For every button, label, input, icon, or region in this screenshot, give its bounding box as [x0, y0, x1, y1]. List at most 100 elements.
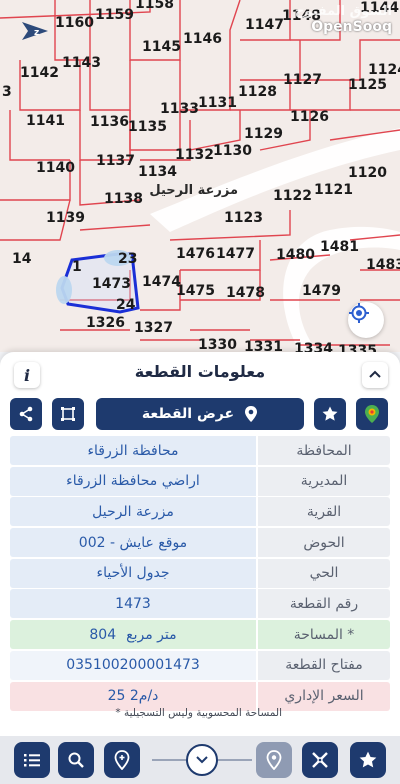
parcel-label-1134[interactable]: 1134 [138, 164, 177, 180]
pin-icon [245, 406, 258, 422]
parcel-label-1334[interactable]: 1334 [294, 341, 333, 352]
frame-button[interactable] [52, 398, 84, 430]
map-pin-button[interactable] [256, 742, 292, 778]
star-icon [359, 751, 377, 768]
parcel-label-1473[interactable]: 1473 [92, 276, 131, 292]
search-icon [68, 752, 84, 768]
parcel-label-1141[interactable]: 1141 [26, 113, 65, 129]
sheet-header: i معلومات القطعة [0, 352, 400, 394]
share-button[interactable] [10, 398, 42, 430]
parcel-label-1129[interactable]: 1129 [244, 126, 283, 142]
parcel-label-1139[interactable]: 1139 [46, 210, 85, 226]
parcel-label-1480[interactable]: 1480 [276, 247, 315, 263]
slider-handle[interactable] [186, 744, 218, 776]
basin-key: الحوض [258, 528, 390, 558]
slider-track-left [152, 759, 186, 761]
parcel-label-23[interactable]: 23 [118, 251, 137, 267]
parcel-label-1142[interactable]: 1142 [20, 65, 59, 81]
watermark: السوق المفتوح OpenSooq [295, 4, 392, 35]
row-neighborhood: جدول الأحياء الحي [10, 558, 390, 588]
parcel-number-value: 1473 [10, 589, 256, 619]
parcel-label-1159[interactable]: 1159 [95, 7, 134, 23]
parcel-label-14[interactable]: 14 [12, 251, 32, 267]
governorate-key: المحافظة [258, 436, 390, 465]
share-icon [19, 406, 33, 422]
add-location-button[interactable] [104, 742, 140, 778]
parcel-map: 1160 1159115811471148 11441146114511421143… [0, 0, 400, 352]
favorites-button[interactable] [350, 742, 386, 778]
map-view[interactable]: 1160 1159 1158 1147 1148 1144 1146 1145 1142 1143… [0, 0, 400, 352]
compass-icon[interactable]: z [18, 18, 52, 44]
parcel-label-1475[interactable]: 1475 [176, 283, 215, 299]
parcel-label-1127[interactable]: 1127 [283, 72, 322, 88]
show-parcel-button[interactable]: عرض القطعة [96, 398, 304, 430]
parcel-label-1122[interactable]: 1122 [273, 188, 312, 204]
neighborhood-value: جدول الأحياء [10, 558, 256, 588]
parcel-label-1128[interactable]: 1128 [238, 84, 277, 100]
parcel-label-1135[interactable]: 1135 [128, 119, 167, 135]
action-row: عرض القطعة [0, 398, 400, 432]
bottom-toolbar [0, 736, 400, 784]
row-village: مزرعة الرحيل القرية [10, 497, 390, 527]
parcel-label-1124[interactable]: 1124 [368, 62, 400, 78]
parcel-label-1132[interactable]: 1132 [175, 147, 214, 163]
search-button[interactable] [58, 742, 94, 778]
parcel-label-1126[interactable]: 1126 [290, 109, 329, 125]
parcel-label-1131[interactable]: 1131 [198, 95, 237, 111]
measure-button[interactable] [302, 742, 338, 778]
parcel-label-1121[interactable]: 1121 [314, 182, 353, 198]
parcel-label-1479[interactable]: 1479 [302, 283, 341, 299]
parcel-label-1130[interactable]: 1130 [213, 143, 252, 159]
star-icon [322, 406, 338, 421]
parcel-label-1147[interactable]: 1147 [245, 17, 284, 33]
parcel-label-1123[interactable]: 1123 [224, 210, 263, 226]
location-add-icon [114, 750, 130, 770]
parcel-label-1143[interactable]: 1143 [62, 55, 101, 71]
parcel-label-1476[interactable]: 1476 [176, 246, 215, 262]
parcel-label-1331[interactable]: 1331 [244, 339, 283, 352]
directorate-value: اراضي محافظة الزرقاء [10, 466, 256, 496]
parcel-label-1326[interactable]: 1326 [86, 315, 125, 331]
parcel-label-1330[interactable]: 1330 [198, 337, 237, 352]
parcel-key-key: مفتاح القطعة [258, 650, 390, 680]
parcel-label-1137[interactable]: 1137 [96, 153, 135, 169]
directorate-key: المديرية [258, 466, 390, 496]
locate-button[interactable] [348, 302, 384, 338]
favorite-button[interactable] [314, 398, 346, 430]
map-pin-icon [266, 750, 282, 770]
governorate-value: محافظة الزرقاء [10, 436, 256, 465]
parcel-label-1133[interactable]: 1133 [160, 101, 199, 117]
row-governorate: محافظة الزرقاء المحافظة [10, 436, 390, 465]
parcel-label-1327[interactable]: 1327 [134, 320, 173, 336]
watermark-latin: OpenSooq [311, 19, 392, 35]
layers-button[interactable] [356, 398, 388, 430]
list-icon [24, 754, 40, 767]
parcel-label-1136[interactable]: 1136 [90, 114, 129, 130]
area-value: 804 متر مربع [10, 620, 256, 650]
parcel-info-table: محافظة الزرقاء المحافظة اراضي محافظة الز… [10, 436, 390, 712]
parcel-label-1138[interactable]: 1138 [104, 191, 143, 207]
area-unit: متر مربع [126, 626, 177, 643]
parcel-label-1125[interactable]: 1125 [348, 77, 387, 93]
parcel-label-1158[interactable]: 1158 [135, 0, 174, 12]
collapse-button[interactable] [362, 362, 388, 388]
parcel-label-1146[interactable]: 1146 [183, 31, 222, 47]
parcel-label-1477[interactable]: 1477 [216, 246, 255, 262]
parcel-label-1335[interactable]: 1335 [338, 343, 377, 352]
parcel-label-1140[interactable]: 1140 [36, 160, 75, 176]
parcel-label-1145[interactable]: 1145 [142, 39, 181, 55]
watermark-arabic: السوق المفتوح [294, 4, 392, 19]
area-footnote: * المساحة المحسوبية وليس التسجيلية [115, 707, 282, 719]
parcel-label-24[interactable]: 24 [116, 297, 136, 313]
parcel-label-1[interactable]: 1 [72, 259, 82, 275]
basin-value: موقع عايش - 002 [10, 528, 256, 558]
parcel-label-1160[interactable]: 1160 [55, 15, 94, 31]
parcel-label-1481[interactable]: 1481 [320, 239, 359, 255]
area-name-label: مزرعة الرحيل [149, 183, 238, 198]
list-button[interactable] [14, 742, 50, 778]
ruler-icon [312, 752, 328, 768]
parcel-key-value[interactable]: 035100200001473 [10, 650, 256, 680]
parcel-label-1478[interactable]: 1478 [226, 285, 265, 301]
parcel-label-1120[interactable]: 1120 [348, 165, 387, 181]
parcel-label-1483[interactable]: 1483 [366, 257, 400, 273]
